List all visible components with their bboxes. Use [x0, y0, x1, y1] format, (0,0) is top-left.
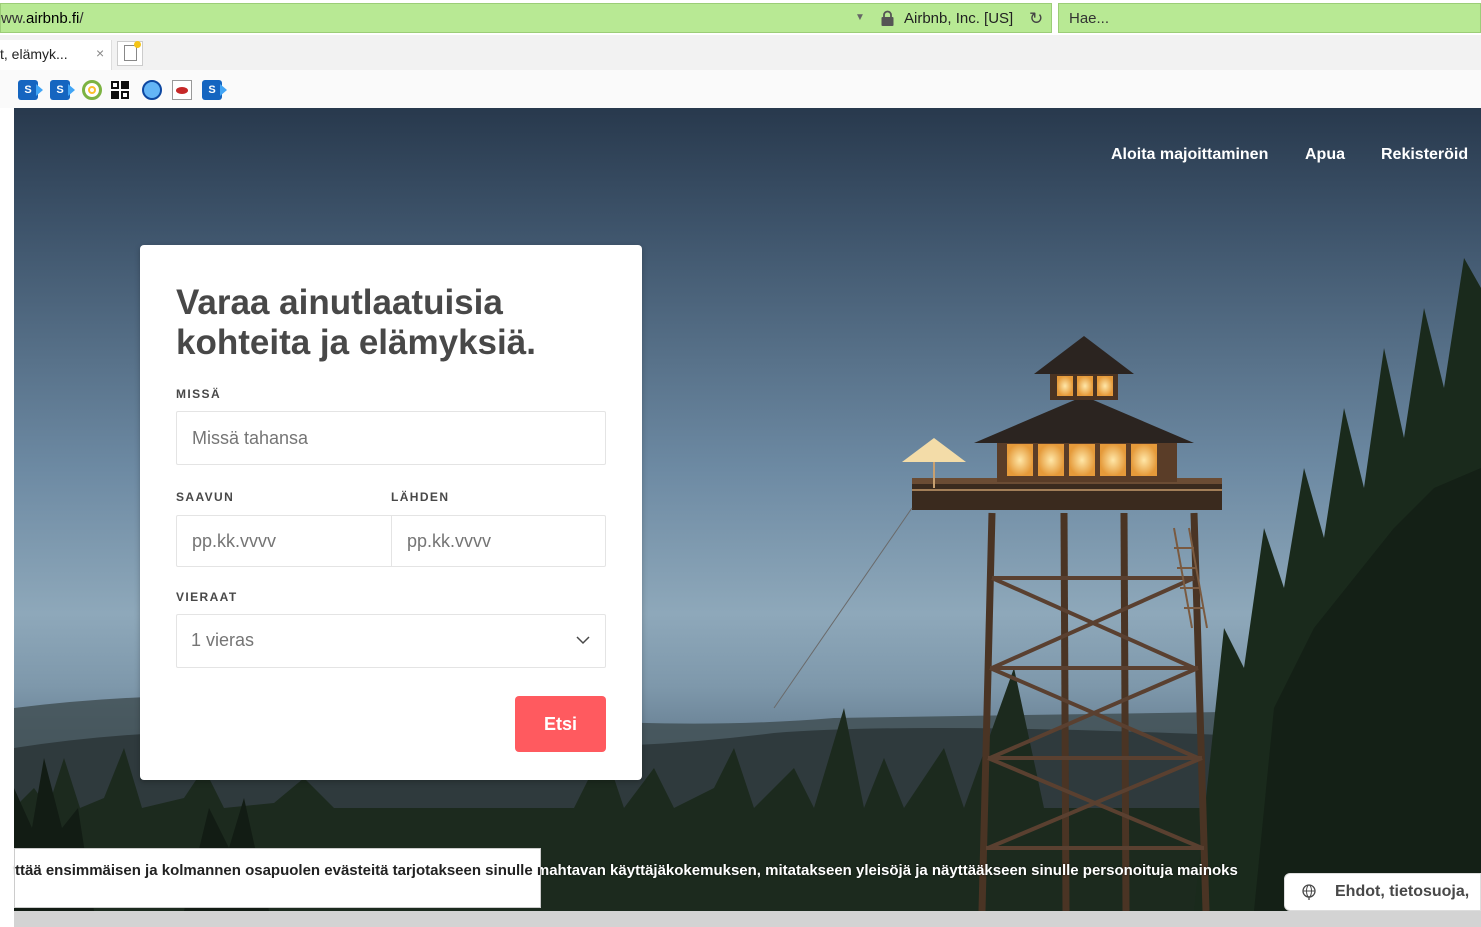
favorites-bar: S S S	[0, 70, 1481, 108]
new-tab-button[interactable]	[117, 41, 143, 66]
search-button[interactable]: Etsi	[515, 696, 606, 752]
guests-select[interactable]: 1 vieras	[176, 614, 606, 668]
url-prefix: ww.	[1, 10, 27, 27]
checkout-label: LÄHDEN	[391, 490, 450, 504]
guests-label: VIERAAT	[176, 590, 238, 604]
nav-host-link[interactable]: Aloita majoittaminen	[1111, 146, 1268, 164]
target-icon[interactable]	[82, 80, 102, 100]
checkin-label: SAAVUN	[176, 490, 235, 504]
url-text: ww.airbnb.fi/	[1, 10, 84, 27]
bottom-strip	[14, 911, 1481, 927]
where-input[interactable]	[176, 411, 606, 465]
ie-icon[interactable]	[142, 80, 162, 100]
browser-search-field[interactable]: Hae...	[1058, 3, 1481, 33]
nav-help-link[interactable]: Apua	[1305, 146, 1345, 164]
globe-icon	[1302, 884, 1316, 900]
url-dropdown-icon[interactable]: ▼	[855, 12, 865, 23]
address-bar: ww.airbnb.fi/ ▼ Airbnb, Inc. [US] ↻ Hae.…	[0, 0, 1481, 35]
url-suffix: /	[79, 10, 84, 27]
tab-title: t, elämyk...	[0, 46, 68, 62]
footer-terms-label: Ehdot, tietosuoja,	[1335, 883, 1470, 900]
url-field[interactable]: ww.airbnb.fi/ ▼ Airbnb, Inc. [US] ↻	[0, 3, 1052, 33]
page-title: Varaa ainutlaatuisia kohteita ja elämyks…	[176, 283, 536, 362]
lock-icon	[881, 10, 894, 26]
tab-bar: t, elämyk... ×	[0, 35, 1481, 70]
chevron-down-icon	[576, 636, 590, 645]
cookie-notice: ttää ensimmäisen ja kolmannen osapuolen …	[14, 848, 541, 908]
red-logo-icon[interactable]	[172, 80, 192, 100]
cookie-notice-text: ttää ensimmäisen ja kolmannen osapuolen …	[15, 862, 540, 879]
sharepoint-icon[interactable]: S	[50, 80, 75, 100]
new-tab-icon	[124, 41, 141, 61]
refresh-icon[interactable]: ↻	[1029, 9, 1043, 29]
nav-signup-link[interactable]: Rekisteröid	[1381, 146, 1468, 164]
tab-close-icon[interactable]: ×	[96, 45, 104, 61]
footer-terms-button[interactable]: Ehdot, tietosuoja,	[1284, 873, 1481, 911]
browser-search-placeholder: Hae...	[1069, 10, 1110, 27]
sharepoint-icon[interactable]: S	[18, 80, 43, 100]
guests-value: 1 vieras	[191, 630, 255, 650]
where-label: MISSÄ	[176, 387, 222, 401]
site-identity[interactable]: Airbnb, Inc. [US]	[904, 10, 1013, 27]
checkout-input[interactable]	[391, 515, 606, 567]
tab-airbnb[interactable]: t, elämyk... ×	[0, 40, 112, 70]
grid-logo-icon[interactable]	[110, 80, 130, 100]
search-card: Varaa ainutlaatuisia kohteita ja elämyks…	[140, 245, 642, 780]
url-domain: airbnb.fi	[26, 10, 80, 27]
sharepoint-icon[interactable]: S	[202, 80, 227, 100]
checkin-input[interactable]	[176, 515, 392, 567]
